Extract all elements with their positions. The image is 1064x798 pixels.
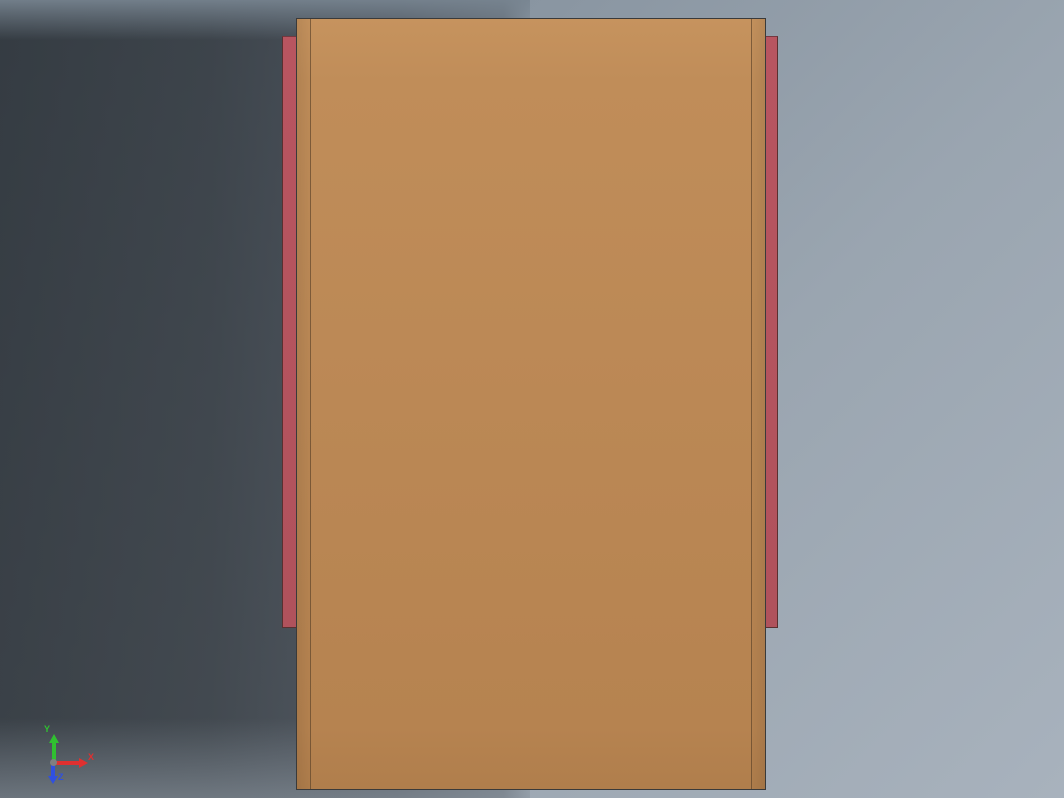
axis-y-arrow-icon xyxy=(49,734,59,743)
axis-z-arrow-icon xyxy=(48,776,58,784)
axis-x-arrow-icon xyxy=(79,758,88,768)
cad-3d-viewport[interactable]: Z X Y xyxy=(0,0,1064,798)
axis-y-label: Y xyxy=(44,724,50,734)
axis-z-label: Z xyxy=(58,772,64,782)
model-panel-edge-right xyxy=(751,19,765,789)
axis-x-label: X xyxy=(88,752,94,762)
axis-x-shaft xyxy=(53,761,81,765)
model-front-panel[interactable] xyxy=(296,18,766,790)
axis-origin-point xyxy=(50,759,57,766)
axis-triad[interactable]: Z X Y xyxy=(30,720,90,780)
model-panel-edge-left xyxy=(297,19,311,789)
